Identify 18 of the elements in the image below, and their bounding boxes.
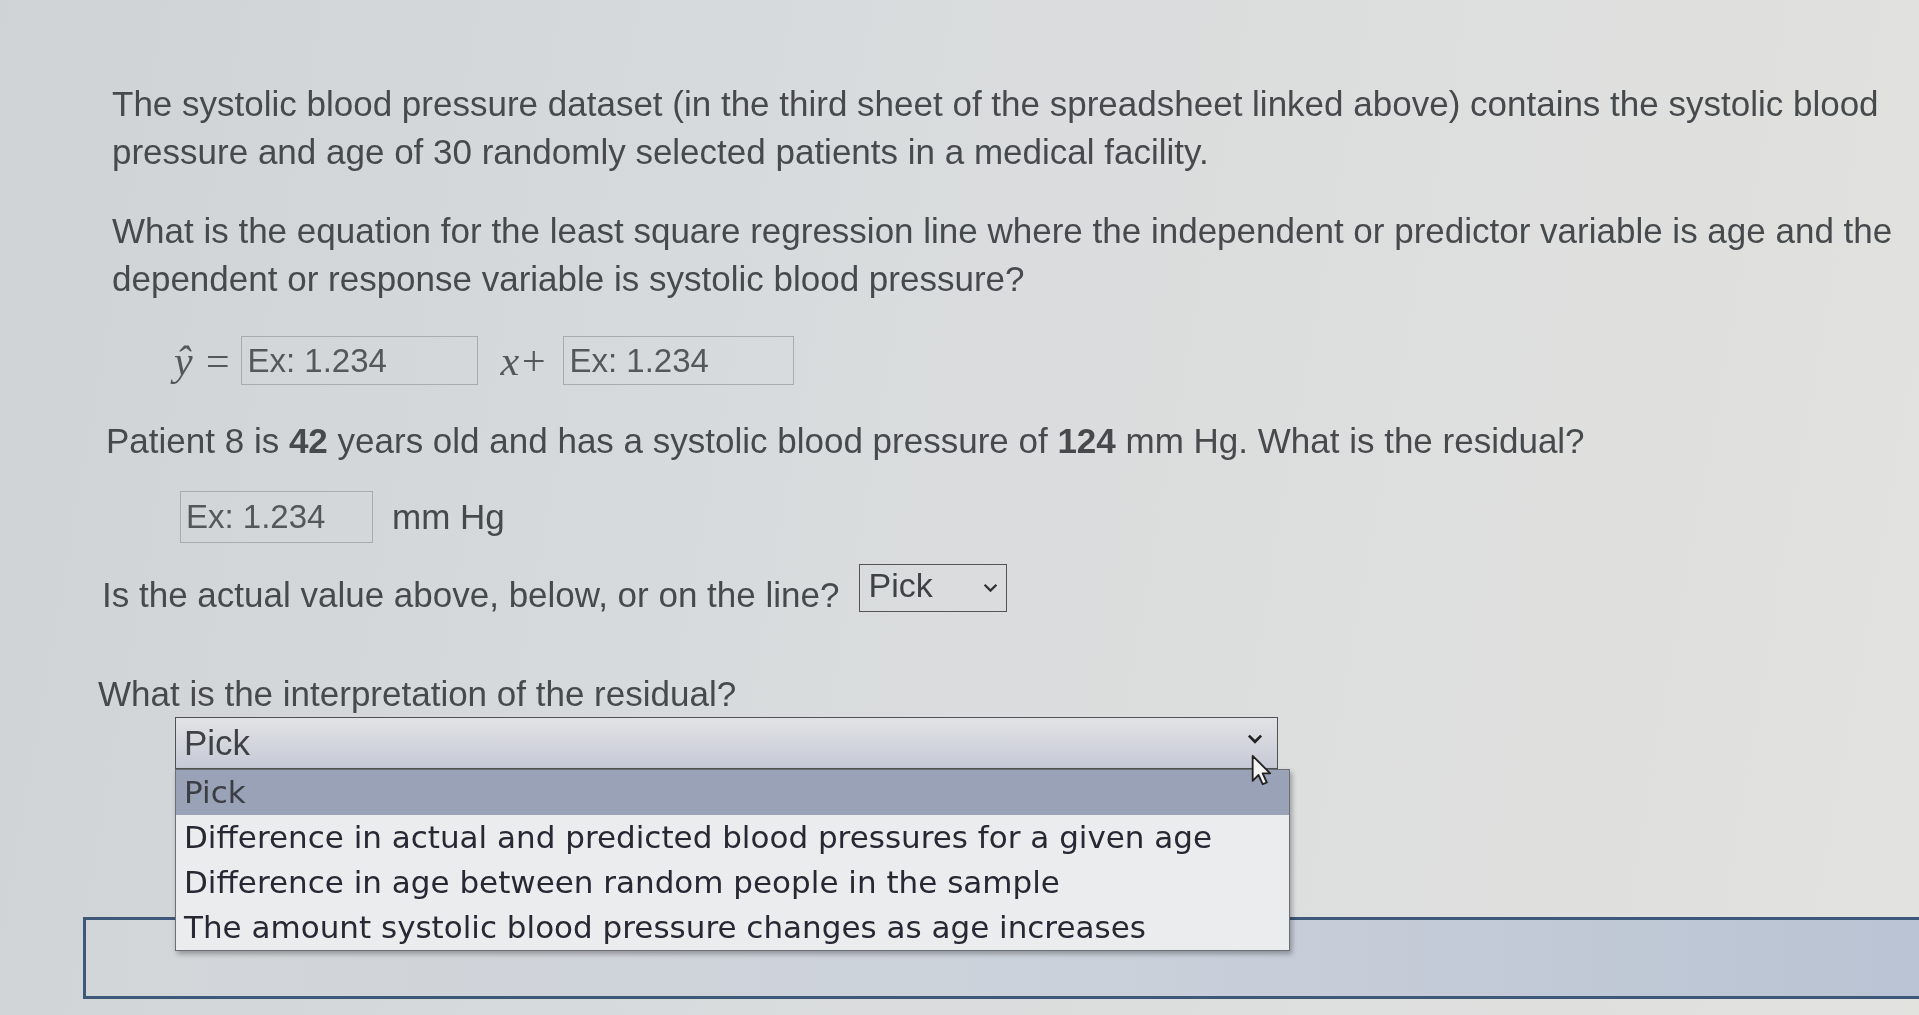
question-text: What is the interpretation of the residual?: [98, 675, 737, 713]
dropdown[interactable]: Pick: [175, 717, 1278, 769]
question-text: Is the actual value above, below, or on the line?: [102, 575, 840, 615]
chevron-down-icon: [1247, 734, 1263, 744]
chevron-down-icon: [983, 583, 999, 593]
equation-label: x+: [500, 336, 548, 385]
dropdown[interactable]: Pick: [859, 564, 1008, 612]
input-field[interactable]: Ex: 1.234: [563, 336, 795, 385]
input-field[interactable]: Ex: 1.234: [241, 336, 479, 385]
unit-label: mm Hg: [392, 497, 505, 537]
question-text: Patient 8 is 42 years old and has a systolic blood pressure of 124 mm Hg. What is the residual?: [106, 420, 1585, 462]
dropdown-option[interactable]: Difference in age between random people in the sample: [176, 860, 1289, 905]
dropdown-option[interactable]: Pick: [176, 770, 1289, 815]
dropdown-option[interactable]: Difference in actual and predicted blood pressures for a given age: [176, 815, 1289, 860]
question-text: The systolic blood pressure dataset (in the third sheet of the spreadsheet linked above) contains the systolic blood pressure and age of 30 randomly selected patients in a medical facility.: [112, 83, 1880, 173]
dropdown-option[interactable]: The amount systolic blood pressure changes as age increases: [176, 905, 1289, 950]
question-text: What is the equation for the least square regression line where the independent or predictor variable is age and the dependent or response variable is systolic blood pressure?: [112, 210, 1894, 300]
input-field[interactable]: Ex: 1.234: [180, 491, 373, 543]
